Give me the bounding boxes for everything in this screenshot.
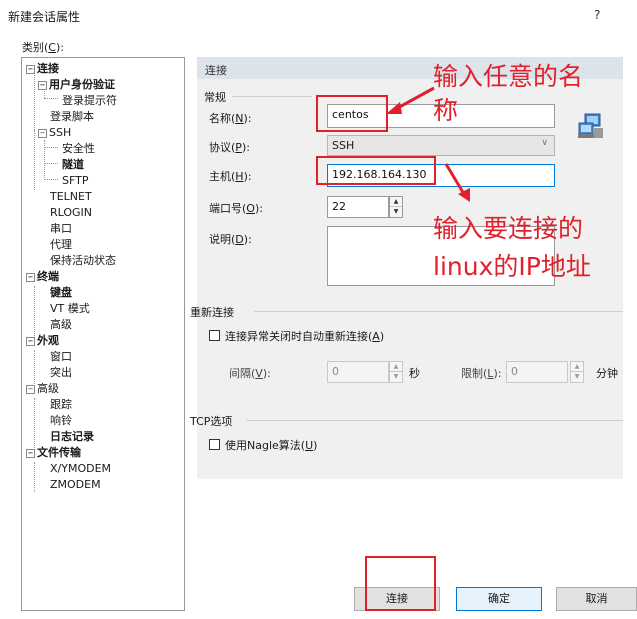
limit-unit: 分钟 (596, 367, 618, 380)
tree-item-auth[interactable]: − 用户身份验证 (38, 77, 115, 92)
computer-network-icon (578, 113, 603, 138)
tree-item-ssh[interactable]: − SSH (38, 125, 71, 140)
tree-item-serial[interactable]: 串口 (50, 221, 72, 236)
cancel-button[interactable]: 取消 (556, 587, 637, 611)
tree-item-sftp[interactable]: SFTP (62, 173, 88, 188)
port-label: 端口号(O): (209, 202, 263, 215)
interval-label: 间隔(V): (229, 367, 271, 380)
collapse-icon[interactable]: − (26, 384, 35, 394)
interval-stepper[interactable]: ▲ ▼ (389, 361, 403, 383)
auto-reconnect-label: 连接异常关闭时自动重新连接(A) (225, 330, 385, 343)
limit-label: 限制(L): (461, 367, 502, 380)
interval-input[interactable]: 0 (327, 361, 389, 383)
collapse-icon[interactable]: − (38, 80, 47, 90)
arrow-down-icon[interactable]: ▼ (390, 372, 402, 381)
nagle-label: 使用Nagle算法(U) (225, 439, 318, 452)
arrow-down-icon[interactable]: ▼ (571, 372, 583, 381)
protocol-select[interactable]: SSH ∨ (327, 135, 555, 156)
tree-item-highlight[interactable]: 突出 (50, 365, 72, 380)
tree-item-login-prompt[interactable]: 登录提示符 (62, 93, 117, 108)
name-label: 名称(N): (209, 112, 252, 125)
tree-item-xymodem[interactable]: X/YMODEM (50, 461, 111, 476)
ip-hint-line2: linux的IP地址 (433, 252, 591, 281)
tree-item-window[interactable]: 窗口 (50, 349, 72, 364)
limit-input[interactable]: 0 (506, 361, 568, 383)
window-title: 新建会话属性 (8, 10, 81, 24)
chevron-down-icon: ∨ (541, 138, 548, 148)
arrow-up-icon[interactable]: ▲ (571, 362, 583, 372)
port-input[interactable]: 22 (327, 196, 389, 218)
tree-item-terminal[interactable]: − 终端 (26, 269, 59, 284)
collapse-icon[interactable]: − (26, 336, 35, 346)
arrow-up-icon[interactable]: ▲ (390, 362, 402, 372)
tree-item-connection[interactable]: − 连接 (26, 61, 59, 76)
tree-item-vt-mode[interactable]: VT 模式 (50, 301, 90, 316)
ip-hint-line1: 输入要连接的 (433, 214, 584, 243)
tree-item-advanced[interactable]: − 高级 (26, 381, 59, 396)
tree-item-terminal-advanced[interactable]: 高级 (50, 317, 72, 332)
collapse-icon[interactable]: − (26, 448, 35, 458)
highlight-name-box (316, 95, 388, 132)
tree-item-logging[interactable]: 日志记录 (50, 429, 94, 444)
port-stepper[interactable]: ▲ ▼ (389, 196, 403, 218)
name-hint-line1: 输入任意的名 (433, 62, 584, 91)
arrow-icon (386, 86, 435, 114)
group-general-label: 常规 (204, 91, 226, 104)
tree-item-tunnel[interactable]: 隧道 (62, 157, 84, 172)
group-tcp-label: TCP选项 (190, 415, 233, 428)
highlight-connect-box (365, 556, 436, 611)
arrow-down-icon[interactable]: ▼ (390, 207, 402, 216)
help-button[interactable]: ? (594, 8, 600, 22)
collapse-icon[interactable]: − (38, 128, 47, 138)
highlight-host-box (316, 156, 436, 185)
tree-item-rlogin[interactable]: RLOGIN (50, 205, 92, 220)
tree-item-security[interactable]: 安全性 (62, 141, 95, 156)
auto-reconnect-checkbox[interactable] (209, 330, 220, 341)
tree-item-login-script[interactable]: 登录脚本 (50, 109, 94, 124)
host-label: 主机(H): (209, 170, 252, 183)
ok-button[interactable]: 确定 (456, 587, 542, 611)
arrow-up-icon[interactable]: ▲ (390, 197, 402, 207)
interval-unit: 秒 (409, 367, 420, 380)
limit-stepper[interactable]: ▲ ▼ (570, 361, 584, 383)
tree-item-keepalive[interactable]: 保持活动状态 (50, 253, 116, 268)
tree-item-proxy[interactable]: 代理 (50, 237, 72, 252)
category-tree[interactable]: − 连接 − 用户身份验证 登录提示符 登录脚本 − SSH 安全性 隧道 SFTP … (21, 57, 185, 611)
tree-item-trace[interactable]: 跟踪 (50, 397, 72, 412)
tree-item-appearance[interactable]: − 外观 (26, 333, 59, 348)
collapse-icon[interactable]: − (26, 272, 35, 282)
protocol-label: 协议(P): (209, 141, 250, 154)
tree-item-bell[interactable]: 响铃 (50, 413, 72, 428)
group-reconnect-label: 重新连接 (190, 306, 234, 319)
tree-item-telnet[interactable]: TELNET (50, 189, 92, 204)
category-label: 类别(C): (22, 41, 64, 54)
name-hint-line2: 称 (433, 96, 459, 125)
collapse-icon[interactable]: − (26, 64, 35, 74)
tree-item-file-transfer[interactable]: − 文件传输 (26, 445, 81, 460)
arrow-icon (444, 163, 470, 202)
tree-item-keyboard[interactable]: 键盘 (50, 285, 72, 300)
description-label: 说明(D): (209, 233, 252, 246)
tree-item-zmodem[interactable]: ZMODEM (50, 477, 101, 492)
nagle-checkbox[interactable] (209, 439, 220, 450)
